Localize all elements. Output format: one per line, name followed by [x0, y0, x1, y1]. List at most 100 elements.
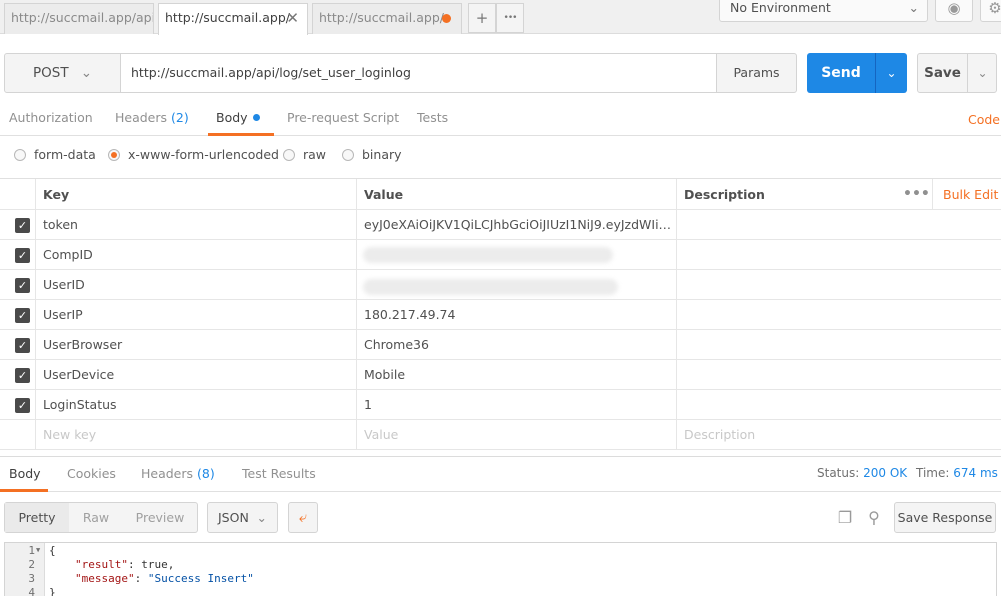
- response-time: Time: 674 ms: [916, 457, 998, 490]
- value-cell[interactable]: [357, 240, 677, 269]
- response-status: Status: 200 OK: [817, 457, 907, 490]
- status-value: 200 OK: [863, 466, 908, 480]
- request-tab-2[interactable]: http://succmail.app/ ✕: [158, 3, 308, 35]
- environment-select[interactable]: No Environment ⌄: [719, 0, 928, 22]
- radio-raw[interactable]: raw: [283, 147, 326, 163]
- close-icon[interactable]: ✕: [286, 4, 299, 32]
- value-cell[interactable]: Chrome36: [357, 330, 677, 359]
- description-cell[interactable]: [677, 390, 1001, 419]
- tab-headers[interactable]: Headers (2): [115, 104, 189, 136]
- new-tab-button[interactable]: +: [468, 3, 496, 33]
- value-cell[interactable]: eyJ0eXAiOiJKV1QiLCJhbGciOiJIUzI1NiJ9.eyJ…: [357, 210, 677, 239]
- description-cell[interactable]: [677, 330, 1001, 359]
- key-cell[interactable]: UserIP: [36, 300, 357, 329]
- description-cell[interactable]: [677, 360, 1001, 389]
- table-row: ✓ CompID: [0, 240, 1001, 270]
- send-label: Send: [821, 65, 861, 81]
- request-tab-1-label: http://succmail.app/api/log: [11, 10, 154, 25]
- description-cell[interactable]: [677, 270, 1001, 299]
- checkbox-cell: ✓: [0, 240, 36, 269]
- bulk-edit-button[interactable]: Bulk Edit: [932, 179, 1001, 210]
- key-cell[interactable]: UserDevice: [36, 360, 357, 389]
- response-tab-test-results[interactable]: Test Results: [242, 457, 316, 492]
- save-options-chevron-icon[interactable]: ⌄: [967, 54, 997, 92]
- url-input[interactable]: http://succmail.app/api/log/set_user_log…: [120, 53, 717, 93]
- manage-environments-button[interactable]: ⚙: [980, 0, 1001, 22]
- table-row: ✓ UserIP 180.217.49.74: [0, 300, 1001, 330]
- radio-binary[interactable]: binary: [342, 147, 402, 163]
- radio-circle-icon: [283, 149, 295, 161]
- url-value: http://succmail.app/api/log/set_user_log…: [131, 65, 411, 80]
- send-button[interactable]: Send ⌄: [807, 53, 907, 93]
- params-button[interactable]: Params: [716, 53, 797, 93]
- key-cell[interactable]: UserBrowser: [36, 330, 357, 359]
- save-response-button[interactable]: Save Response: [894, 502, 996, 533]
- tab-bar: http://succmail.app/api/log http://succm…: [0, 0, 1001, 35]
- value-cell[interactable]: [357, 270, 677, 299]
- method-select[interactable]: POST ⌄: [4, 53, 121, 93]
- value-cell[interactable]: 180.217.49.74: [357, 300, 677, 329]
- request-tab-2-label: http://succmail.app/: [165, 10, 290, 25]
- value-cell[interactable]: Mobile: [357, 360, 677, 389]
- checkbox-cell: ✓: [0, 330, 36, 359]
- value-cell[interactable]: 1: [357, 390, 677, 419]
- code-line: "message": "Success Insert": [75, 572, 254, 586]
- response-tab-body-label: Body: [9, 466, 41, 481]
- description-cell[interactable]: [677, 240, 1001, 269]
- tab-body[interactable]: Body: [208, 104, 274, 136]
- table-row: ✓ UserDevice Mobile: [0, 360, 1001, 390]
- checkbox-checked-icon[interactable]: ✓: [15, 278, 30, 293]
- tab-authorization[interactable]: Authorization: [9, 104, 93, 136]
- request-tab-3[interactable]: http://succmail.app/: [312, 3, 462, 34]
- line-number: 2: [28, 558, 35, 571]
- response-tab-headers-label: Headers: [141, 466, 194, 481]
- environment-quick-look-button[interactable]: ◉: [935, 0, 973, 22]
- new-key-input[interactable]: New key: [36, 420, 357, 449]
- view-preview-button[interactable]: Preview: [123, 503, 197, 532]
- save-button[interactable]: Save ⌄: [917, 53, 997, 93]
- new-description-input[interactable]: Description: [677, 420, 1001, 449]
- response-tab-body[interactable]: Body: [0, 457, 48, 492]
- copy-icon[interactable]: ❐: [835, 508, 855, 528]
- search-icon[interactable]: ⚲: [864, 508, 884, 528]
- tab-headers-count: (2): [171, 110, 189, 125]
- radio-urlencoded[interactable]: x-www-form-urlencoded: [108, 147, 279, 163]
- wrap-lines-button[interactable]: ⤶: [288, 502, 318, 533]
- checkbox-checked-icon[interactable]: ✓: [15, 338, 30, 353]
- radio-form-data[interactable]: form-data: [14, 147, 96, 163]
- key-cell[interactable]: LoginStatus: [36, 390, 357, 419]
- response-body-editor[interactable]: 1 ▼ 2 3 4 { "result": true, "message": "…: [4, 542, 997, 596]
- response-tab-cookies[interactable]: Cookies: [67, 457, 116, 492]
- description-cell[interactable]: [677, 300, 1001, 329]
- response-headers-count: (8): [197, 466, 215, 481]
- checkbox-cell: ✓: [0, 210, 36, 239]
- tab-prerequest-script[interactable]: Pre-request Script: [287, 104, 399, 136]
- request-tab-1[interactable]: http://succmail.app/api/log: [4, 3, 154, 34]
- checkbox-checked-icon[interactable]: ✓: [15, 218, 30, 233]
- key-cell[interactable]: UserID: [36, 270, 357, 299]
- key-cell[interactable]: CompID: [36, 240, 357, 269]
- description-cell[interactable]: [677, 210, 1001, 239]
- format-select[interactable]: JSON ⌄: [207, 502, 278, 533]
- more-tabs-button[interactable]: •••: [496, 3, 524, 33]
- radio-binary-label: binary: [362, 147, 402, 162]
- response-tab-headers[interactable]: Headers (8): [141, 457, 215, 492]
- code-line: }: [49, 586, 56, 596]
- code-link[interactable]: Code: [968, 112, 1000, 127]
- column-header-key: Key: [36, 179, 357, 209]
- view-raw-button[interactable]: Raw: [69, 503, 123, 532]
- tab-tests[interactable]: Tests: [417, 104, 448, 136]
- tab-body-label: Body: [216, 110, 248, 125]
- checkbox-checked-icon[interactable]: ✓: [15, 308, 30, 323]
- view-pretty-button[interactable]: Pretty: [5, 503, 69, 532]
- json-value: : true,: [127, 558, 175, 571]
- checkbox-checked-icon[interactable]: ✓: [15, 398, 30, 413]
- fold-arrow-icon[interactable]: ▼: [36, 546, 40, 554]
- key-cell[interactable]: token: [36, 210, 357, 239]
- new-value-input[interactable]: Value: [357, 420, 677, 449]
- checkbox-checked-icon[interactable]: ✓: [15, 248, 30, 263]
- checkbox-checked-icon[interactable]: ✓: [15, 368, 30, 383]
- json-key: "message": [75, 572, 135, 585]
- table-options-ellipsis-icon[interactable]: •••: [903, 179, 930, 210]
- send-options-chevron-icon[interactable]: ⌄: [875, 53, 907, 93]
